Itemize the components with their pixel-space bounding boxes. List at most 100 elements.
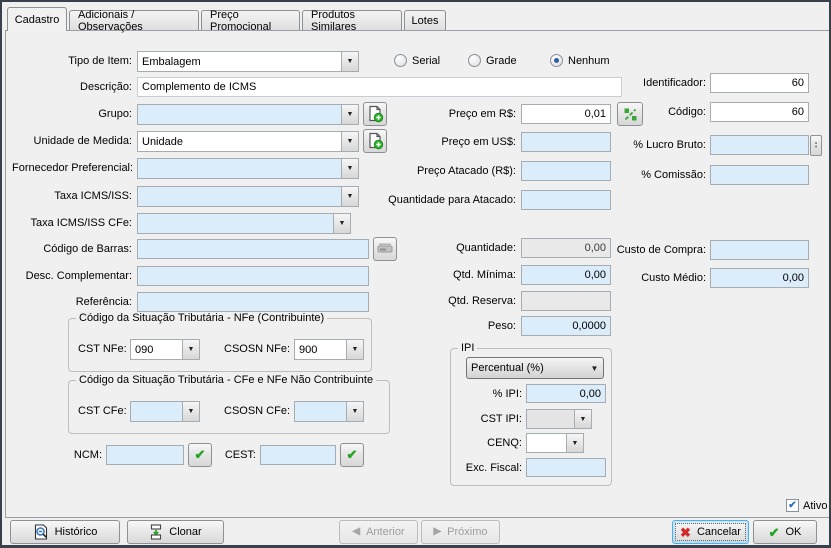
tab-label: Produtos Similares — [311, 9, 393, 33]
chevron-down-icon: ▼ — [341, 159, 358, 178]
grupo-label: Grupo: — [12, 108, 132, 120]
historico-button[interactable]: Histórico — [10, 520, 120, 544]
ativo-label: Ativo — [803, 500, 827, 512]
exc-fiscal-label: Exc. Fiscal: — [432, 462, 522, 474]
history-search-icon — [33, 524, 49, 540]
lucro-bruto-options-button[interactable]: ∶ — [810, 135, 822, 156]
tab-cadastro[interactable]: Cadastro — [7, 7, 67, 31]
quantidade-atacado-label: Quantidade para Atacado: — [366, 194, 516, 206]
tab-adicionais-observacoes[interactable]: Adicionais / Observações — [69, 10, 199, 30]
cenq-label: CENQ: — [432, 437, 522, 449]
radio-grade-label: Grade — [486, 55, 517, 67]
tab-label: Lotes — [412, 15, 439, 27]
csosn-cfe-label: CSOSN CFe: — [224, 405, 290, 417]
cst-nfe-select[interactable]: 090 ▼ — [130, 339, 200, 360]
desc-complementar-input[interactable] — [137, 266, 369, 286]
identificador-label: Identificador: — [566, 77, 706, 89]
csosn-nfe-value: 900 — [295, 344, 346, 356]
cancelar-button[interactable]: ✖ Cancelar — [672, 520, 749, 544]
previous-arrow-icon: ◀ — [352, 527, 360, 537]
cst-nfe-label: CST NFe: — [78, 343, 127, 355]
comissao-input[interactable] — [710, 165, 809, 185]
custo-medio-label: Custo Médio: — [566, 272, 706, 284]
exc-fiscal-input[interactable] — [526, 458, 606, 477]
ipi-mode-value: Percentual (%) — [467, 362, 586, 374]
taxa-icms-iss-select[interactable]: ▼ — [137, 186, 359, 207]
qtd-reserva-label: Qtd. Reserva: — [366, 295, 516, 307]
preco-rs-label: Preço em R$: — [366, 108, 516, 120]
taxa-icms-iss-cfe-select[interactable]: ▼ — [137, 213, 351, 234]
proximo-button[interactable]: ▶ Próximo — [421, 520, 500, 544]
chevron-down-icon: ▼ — [182, 402, 199, 421]
descricao-label: Descrição: — [12, 81, 132, 93]
unidade-medida-select[interactable]: Unidade ▼ — [137, 131, 359, 152]
cst-cfe-select[interactable]: ▼ — [130, 401, 200, 422]
dots-icon: ∶ — [815, 140, 817, 151]
preco-atacado-label: Preço Atacado (R$): — [366, 165, 516, 177]
cst-ipi-select[interactable]: ▼ — [526, 409, 592, 429]
anterior-button[interactable]: ◀ Anterior — [339, 520, 418, 544]
codigo-input[interactable] — [710, 102, 809, 122]
ncm-input[interactable] — [106, 445, 184, 465]
radio-grade[interactable] — [468, 54, 481, 67]
cenq-select[interactable]: ▼ — [526, 433, 584, 453]
ipi-mode-select[interactable]: Percentual (%) ▼ — [466, 357, 604, 379]
lucro-bruto-input[interactable] — [710, 135, 809, 155]
csosn-nfe-select[interactable]: 900 ▼ — [294, 339, 364, 360]
cest-input[interactable] — [260, 445, 336, 465]
quantidade-atacado-input[interactable] — [521, 190, 611, 210]
ok-button-label: OK — [786, 526, 802, 538]
grupo-select[interactable]: ▼ — [137, 104, 359, 125]
peso-label: Peso: — [366, 320, 516, 332]
chevron-down-icon: ▼ — [346, 340, 363, 359]
ok-button[interactable]: ✔ OK — [753, 520, 817, 544]
fornecedor-preferencial-select[interactable]: ▼ — [137, 158, 359, 179]
descricao-input[interactable] — [137, 77, 622, 97]
referencia-label: Referência: — [12, 296, 132, 308]
lucro-bruto-label: % Lucro Bruto: — [566, 139, 706, 151]
tab-produtos-similares[interactable]: Produtos Similares — [302, 10, 402, 30]
custo-compra-label: Custo de Compra: — [566, 244, 706, 256]
cest-validate-button[interactable]: ✔ — [340, 443, 364, 467]
custo-medio-input[interactable] — [710, 268, 809, 288]
qtd-minima-label: Qtd. Mínima: — [366, 269, 516, 281]
tipo-de-item-select[interactable]: Embalagem ▼ — [137, 51, 359, 72]
chevron-down-icon: ▼ — [586, 358, 603, 378]
ncm-validate-button[interactable]: ✔ — [188, 443, 212, 467]
peso-input[interactable] — [521, 316, 611, 336]
proximo-button-label: Próximo — [447, 526, 487, 538]
cest-label: CEST: — [216, 449, 256, 461]
tab-label: Cadastro — [15, 14, 60, 26]
next-arrow-icon: ▶ — [433, 527, 441, 537]
radio-serial[interactable] — [394, 54, 407, 67]
ipi-pct-input[interactable] — [526, 384, 606, 403]
referencia-input[interactable] — [137, 292, 369, 312]
chevron-down-icon: ▼ — [341, 52, 358, 71]
cst-nfe-groupbox-title: Código da Situação Tributária - NFe (Con… — [76, 312, 327, 324]
taxa-icms-iss-label: Taxa ICMS/ISS: — [12, 190, 132, 202]
fornecedor-preferencial-label: Fornecedor Preferencial: — [12, 162, 132, 174]
chevron-down-icon: ▼ — [341, 187, 358, 206]
taxa-icms-iss-cfe-label: Taxa ICMS/ISS CFe: — [12, 217, 132, 229]
tab-preco-promocional[interactable]: Preço Promocional — [201, 10, 300, 30]
anterior-button-label: Anterior — [366, 526, 405, 538]
qtd-reserva-input — [521, 291, 611, 311]
clonar-button-label: Clonar — [169, 526, 201, 538]
ativo-checkbox[interactable]: ✔ — [786, 499, 799, 512]
radio-nenhum-label: Nenhum — [568, 55, 610, 67]
custo-compra-input[interactable] — [710, 240, 809, 260]
clone-icon — [149, 524, 163, 540]
csosn-cfe-select[interactable]: ▼ — [294, 401, 364, 422]
clonar-button[interactable]: Clonar — [127, 520, 224, 544]
radio-nenhum[interactable] — [550, 54, 563, 67]
codigo-barras-label: Código de Barras: — [12, 243, 132, 255]
ipi-groupbox-title: IPI — [458, 342, 477, 354]
chevron-down-icon: ▼ — [346, 402, 363, 421]
unidade-medida-value: Unidade — [138, 136, 341, 148]
tab-lotes[interactable]: Lotes — [404, 10, 446, 30]
historico-button-label: Histórico — [55, 526, 98, 538]
codigo-barras-input[interactable] — [137, 239, 369, 259]
quantidade-label: Quantidade: — [366, 242, 516, 254]
check-icon: ✔ — [347, 447, 358, 463]
identificador-input[interactable] — [710, 73, 809, 93]
